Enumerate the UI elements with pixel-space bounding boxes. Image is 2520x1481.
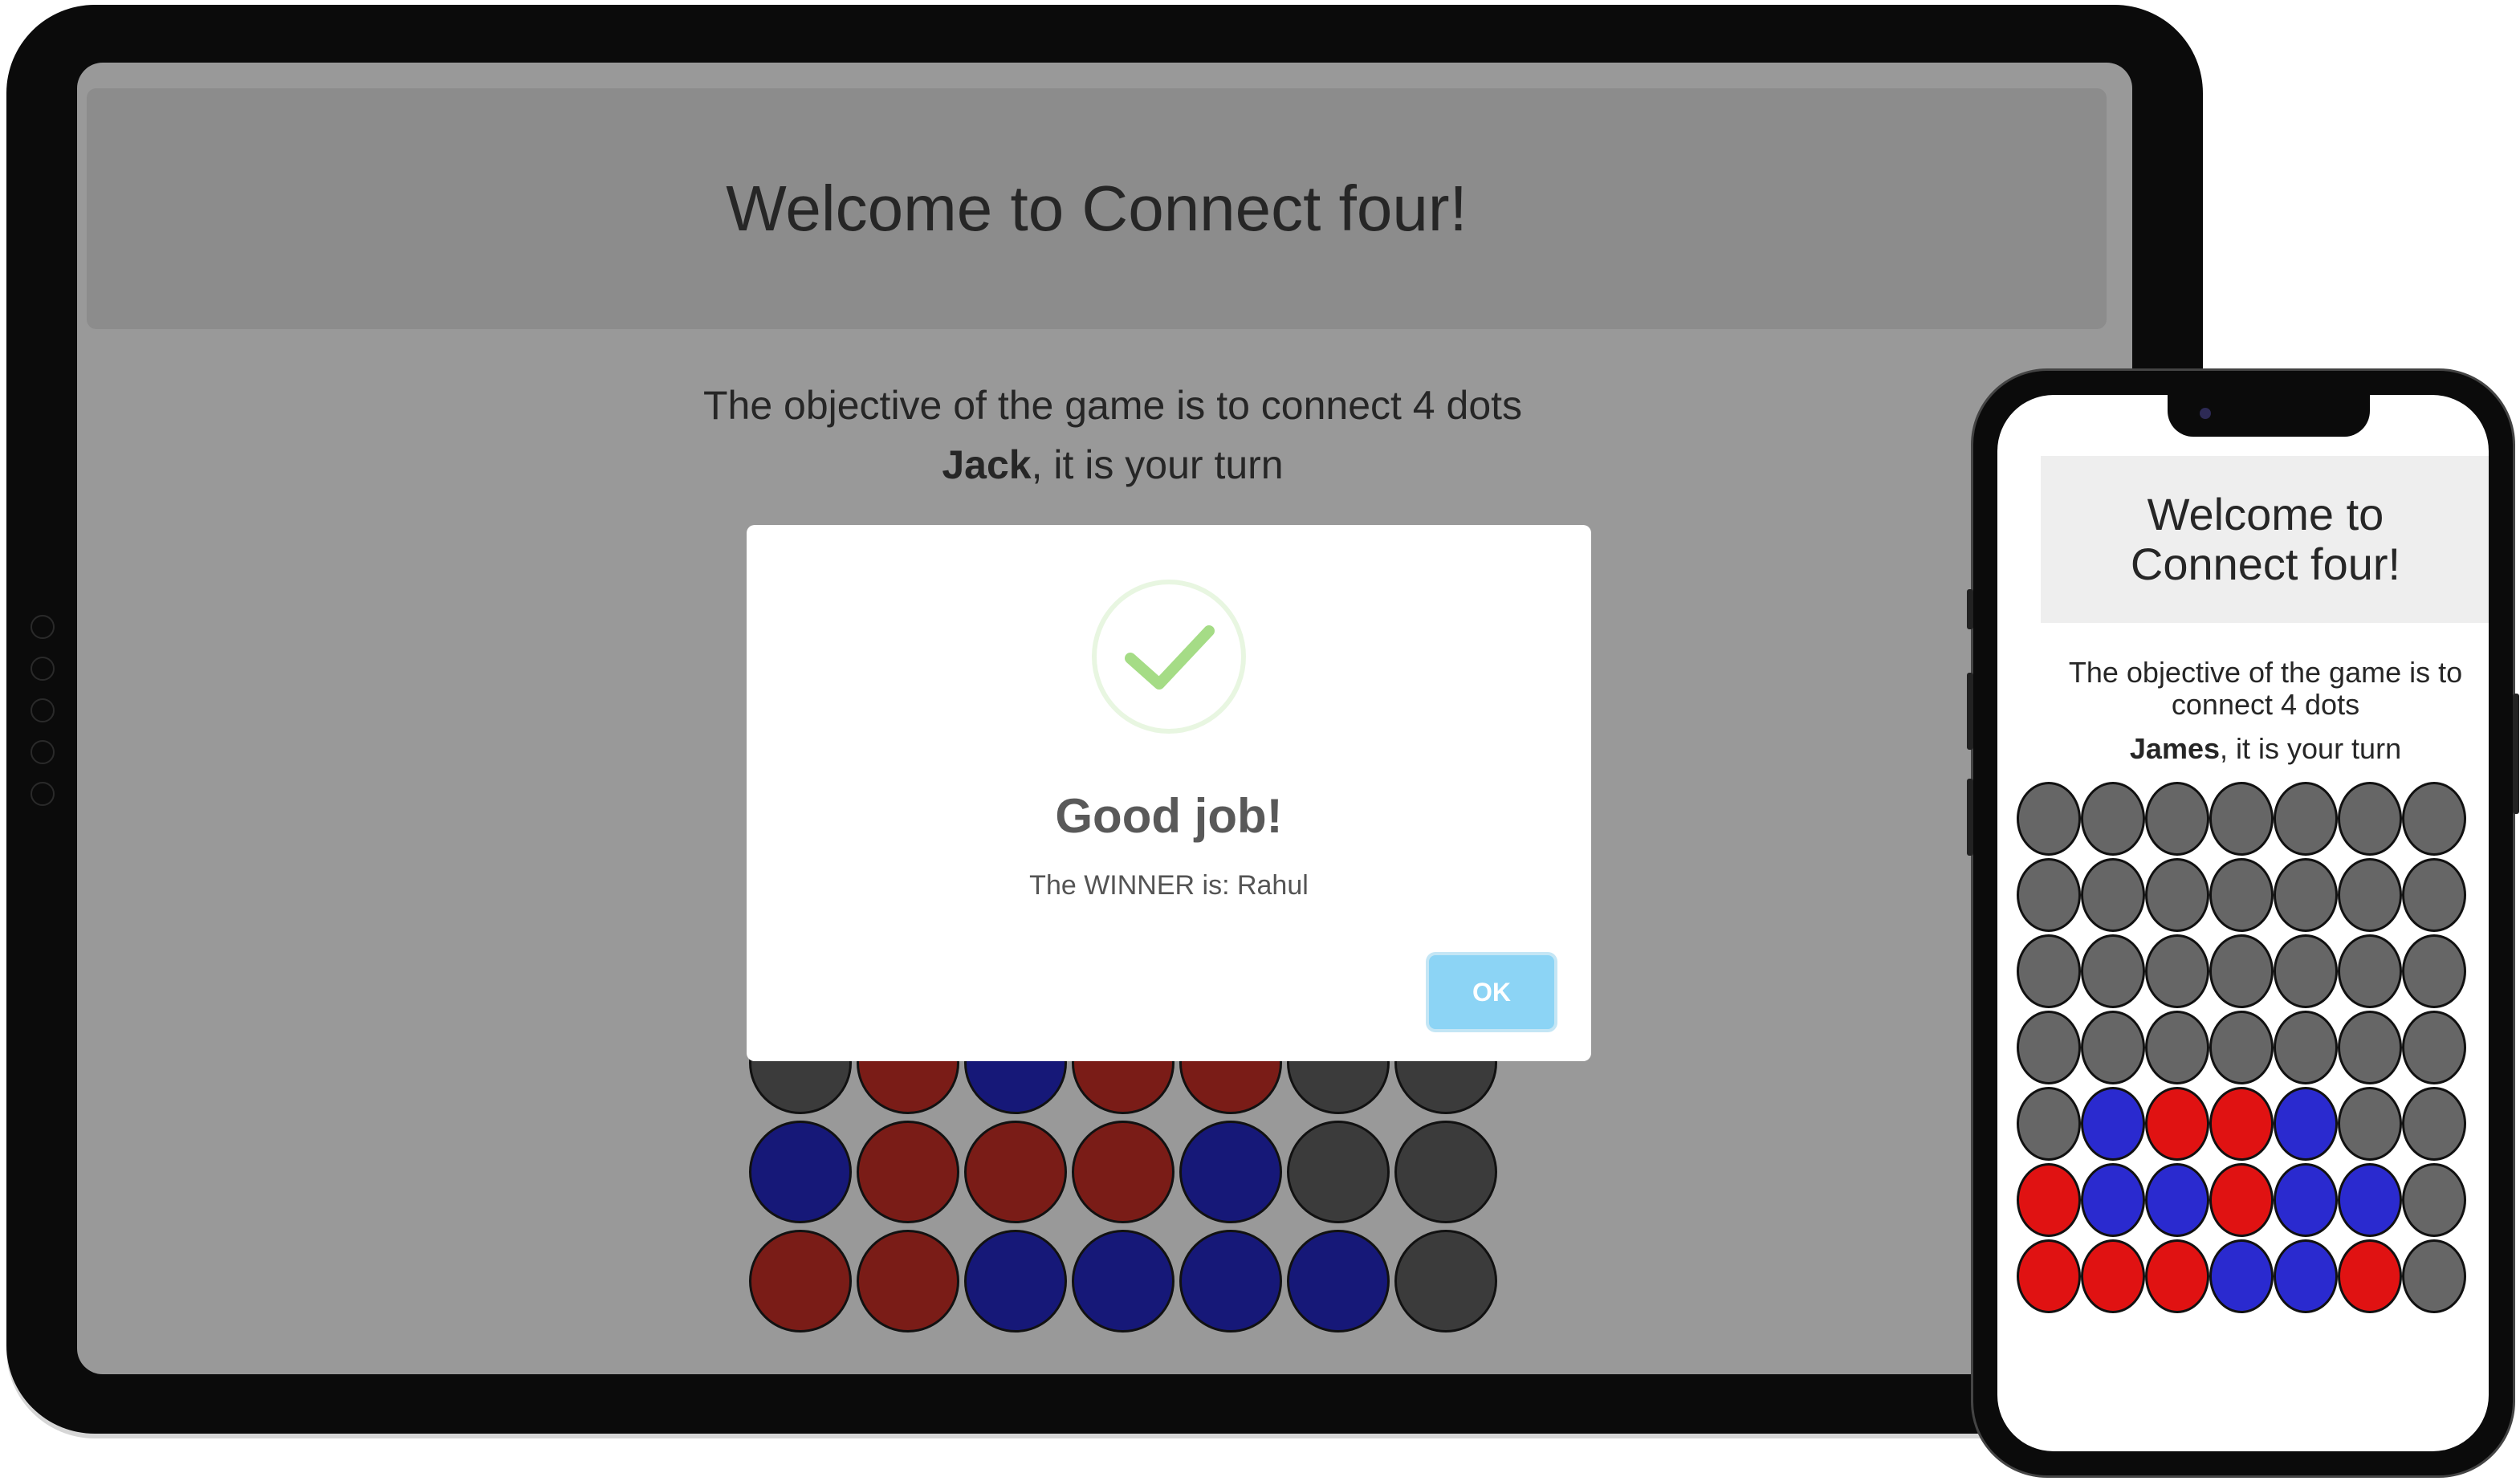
board-cell[interactable]: [2402, 858, 2466, 932]
board-cell[interactable]: [2402, 1239, 2466, 1313]
phone-volume-up-button: [1967, 673, 1973, 750]
board-cell[interactable]: [2338, 782, 2402, 856]
board-cell[interactable]: [2081, 1163, 2145, 1237]
board-cell[interactable]: [2274, 1239, 2338, 1313]
tablet-button: [31, 782, 55, 806]
board-cell[interactable]: [2209, 1087, 2274, 1161]
tablet-screen: Welcome to Connect four! The objective o…: [77, 63, 2132, 1374]
board-cell[interactable]: [1179, 1121, 1282, 1223]
board-cell[interactable]: [2274, 1087, 2338, 1161]
board-cell[interactable]: [2338, 1087, 2402, 1161]
board-cell[interactable]: [749, 1230, 852, 1332]
board-cell[interactable]: [2017, 1163, 2081, 1237]
board-cell[interactable]: [2081, 1011, 2145, 1084]
board-cell[interactable]: [1394, 1121, 1497, 1223]
tablet-button: [31, 615, 55, 639]
ok-button[interactable]: OK: [1429, 955, 1554, 1029]
board-cell[interactable]: [2209, 782, 2274, 856]
tablet-device: Welcome to Connect four! The objective o…: [6, 5, 2203, 1434]
board-cell[interactable]: [1179, 1230, 1282, 1332]
board-cell[interactable]: [1287, 1230, 1390, 1332]
board-cell[interactable]: [2081, 858, 2145, 932]
phone-mute-switch: [1967, 589, 1973, 629]
board-cell[interactable]: [2145, 934, 2209, 1008]
board-cell[interactable]: [2017, 1011, 2081, 1084]
board-cell[interactable]: [964, 1121, 1067, 1223]
board-cell[interactable]: [2081, 934, 2145, 1008]
board-cell[interactable]: [1287, 1121, 1390, 1223]
phone-power-button: [2513, 694, 2519, 814]
board-cell[interactable]: [2017, 858, 2081, 932]
dialog-title: Good job!: [1055, 789, 1283, 843]
board-cell[interactable]: [857, 1230, 959, 1332]
board-cell[interactable]: [2145, 782, 2209, 856]
board-cell[interactable]: [1072, 1230, 1175, 1332]
tablet-button: [31, 740, 55, 764]
phone-screen: Welcome to Connect four! The objective o…: [1997, 395, 2489, 1451]
board-cell[interactable]: [2145, 1163, 2209, 1237]
board-cell[interactable]: [2274, 1163, 2338, 1237]
board-cell[interactable]: [2145, 1011, 2209, 1084]
board-cell[interactable]: [2209, 1239, 2274, 1313]
board-cell[interactable]: [2081, 1239, 2145, 1313]
board-cell[interactable]: [2402, 934, 2466, 1008]
board-cell[interactable]: [2338, 934, 2402, 1008]
tablet-side-buttons: [31, 615, 59, 806]
board-cell[interactable]: [2017, 934, 2081, 1008]
board-cell[interactable]: [857, 1121, 959, 1223]
board-cell[interactable]: [2338, 1163, 2402, 1237]
success-check-icon: [1092, 580, 1246, 734]
board-cell[interactable]: [2402, 1087, 2466, 1161]
board-cell[interactable]: [2338, 858, 2402, 932]
board-cell[interactable]: [1072, 1121, 1175, 1223]
board-cell[interactable]: [2209, 858, 2274, 932]
board-cell[interactable]: [2209, 934, 2274, 1008]
board-cell[interactable]: [2338, 1239, 2402, 1313]
phone-volume-down-button: [1967, 779, 1973, 856]
board-cell[interactable]: [2017, 1087, 2081, 1161]
board-cell[interactable]: [2402, 1163, 2466, 1237]
game-board: [1997, 395, 2489, 1451]
dialog-message: The WINNER is: Rahul: [1029, 870, 1309, 901]
board-cell[interactable]: [2274, 1011, 2338, 1084]
board-cell[interactable]: [2145, 1239, 2209, 1313]
board-cell[interactable]: [2209, 1163, 2274, 1237]
board-cell[interactable]: [2274, 782, 2338, 856]
winner-dialog: Good job! The WINNER is: Rahul OK: [747, 525, 1591, 1061]
board-cell[interactable]: [2402, 1011, 2466, 1084]
board-cell[interactable]: [2145, 1087, 2209, 1161]
board-cell[interactable]: [2145, 858, 2209, 932]
board-cell[interactable]: [2338, 1011, 2402, 1084]
board-cell[interactable]: [2081, 782, 2145, 856]
board-cell[interactable]: [2081, 1087, 2145, 1161]
board-cell[interactable]: [2274, 934, 2338, 1008]
board-cell[interactable]: [2209, 1011, 2274, 1084]
tablet-button: [31, 657, 55, 681]
board-cell[interactable]: [2017, 782, 2081, 856]
board-cell[interactable]: [1394, 1230, 1497, 1332]
tablet-button: [31, 698, 55, 722]
board-cell[interactable]: [2017, 1239, 2081, 1313]
board-cell[interactable]: [964, 1230, 1067, 1332]
board-cell[interactable]: [2402, 782, 2466, 856]
board-cell[interactable]: [2274, 858, 2338, 932]
phone-device: Welcome to Connect four! The objective o…: [1967, 371, 2519, 1475]
board-cell[interactable]: [749, 1121, 852, 1223]
checkmark-icon: [1125, 625, 1215, 690]
